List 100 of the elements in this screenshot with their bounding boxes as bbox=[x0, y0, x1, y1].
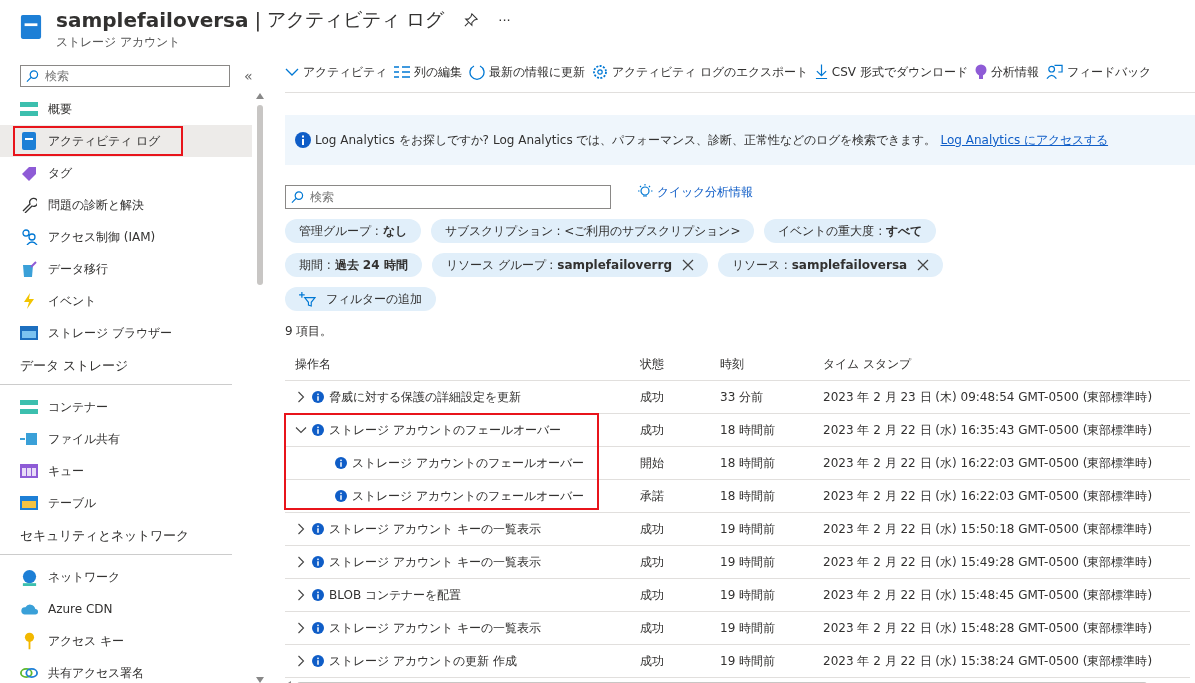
info-icon bbox=[312, 655, 324, 667]
toolbar-button[interactable]: 分析情報 bbox=[974, 63, 1039, 81]
toolbar-button[interactable]: アクティビティ bbox=[285, 63, 387, 81]
table-cell-text: 19 時間前 bbox=[719, 652, 777, 670]
table-cell-text: 2023 年 2 月 22 日 (水) 15:48:45 GMT-0500 (東部標準時) bbox=[822, 586, 1154, 604]
table-cell-text: 2023 年 2 月 22 日 (水) 16:35:43 GMT-0500 (東部標準時) bbox=[822, 421, 1154, 439]
table-cell-text: 18 時間前 bbox=[719, 421, 777, 439]
table-cell-text: 開始 bbox=[639, 454, 665, 472]
filter-pill[interactable]: リソース グループ : samplefailoverrg bbox=[431, 253, 708, 277]
info-icon bbox=[312, 556, 324, 568]
pin-icon[interactable] bbox=[464, 13, 479, 27]
table-cell-text: 2023 年 2 月 22 日 (水) 15:49:28 GMT-0500 (東部標準時) bbox=[822, 553, 1154, 571]
operation-name[interactable]: BLOB コンテナーを配置 bbox=[329, 586, 461, 604]
table-cell-text: 2023 年 2 月 22 日 (水) 15:48:28 GMT-0500 (東部標準時) bbox=[822, 619, 1154, 637]
filter-pill[interactable]: リソース : samplefailoversa bbox=[718, 253, 944, 277]
chevron-right-icon[interactable] bbox=[295, 523, 307, 535]
filter-pill[interactable]: 期間 : 過去 24 時間 bbox=[285, 253, 422, 277]
operation-name[interactable]: ストレージ アカウントのフェールオーバー bbox=[352, 487, 584, 505]
filter-pill[interactable]: サブスクリプション : <ご利用のサブスクリプション> bbox=[430, 219, 755, 243]
sidebar-item[interactable]: アクセス キー bbox=[0, 625, 252, 657]
sidebar-item[interactable]: キュー bbox=[0, 455, 252, 487]
resource-type: ストレージ アカウント bbox=[56, 34, 181, 51]
search-field[interactable]: 検索 bbox=[285, 185, 611, 209]
operation-name[interactable]: ストレージ アカウント キーの一覧表示 bbox=[329, 553, 541, 571]
table-cell-text: 成功 bbox=[639, 553, 665, 571]
toolbar-button[interactable]: 列の編集 bbox=[394, 63, 462, 81]
sidebar-item[interactable]: タグ bbox=[0, 157, 252, 189]
info-icon bbox=[312, 589, 324, 601]
storage-account-icon bbox=[20, 13, 42, 41]
lightbulb-icon bbox=[637, 184, 653, 200]
search-icon bbox=[291, 190, 304, 204]
link-icon bbox=[20, 667, 38, 679]
filter-pill[interactable]: イベントの重大度 : すべて bbox=[764, 219, 937, 243]
chevron-down-icon bbox=[285, 68, 299, 76]
info-icon bbox=[335, 490, 347, 502]
operation-name[interactable]: ストレージ アカウント キーの一覧表示 bbox=[329, 520, 541, 538]
add-filter-button[interactable]: フィルターの追加 bbox=[285, 287, 436, 311]
table-cell-text: 成功 bbox=[639, 421, 665, 439]
toolbar-button[interactable]: CSV 形式でダウンロード bbox=[814, 63, 968, 81]
column-header[interactable]: 時刻 bbox=[710, 355, 813, 373]
sidebar-item[interactable]: 概要 bbox=[0, 93, 252, 125]
refresh-icon bbox=[469, 64, 485, 80]
banner-link[interactable]: Log Analytics にアクセスする bbox=[940, 131, 1109, 149]
sidebar-item[interactable]: Azure CDN bbox=[0, 593, 252, 625]
sidebar-item[interactable]: ファイル共有 bbox=[0, 423, 252, 455]
wrench-icon bbox=[21, 197, 37, 213]
cloud-icon bbox=[20, 603, 38, 615]
table-cell-text: 19 時間前 bbox=[719, 619, 777, 637]
search-icon bbox=[26, 69, 39, 83]
column-header[interactable]: 操作名 bbox=[285, 355, 630, 373]
banner-title: Log Analytics をお探しですか? bbox=[315, 131, 489, 149]
vertical-scrollbar[interactable] bbox=[256, 93, 264, 683]
toolbar-button[interactable]: アクティビティ ログのエクスポート bbox=[592, 63, 808, 81]
operation-name[interactable]: ストレージ アカウントの更新 作成 bbox=[329, 652, 517, 670]
sidebar-item[interactable]: 問題の診断と解決 bbox=[0, 189, 252, 221]
collapse-button[interactable]: « bbox=[244, 68, 253, 84]
sidebar-item[interactable]: ストレージ ブラウザー bbox=[0, 317, 252, 349]
table-icon bbox=[20, 496, 38, 510]
operation-name[interactable]: ストレージ アカウントのフェールオーバー bbox=[352, 454, 584, 472]
table-cell-text: 2023 年 2 月 22 日 (水) 15:38:24 GMT-0500 (東部標準時) bbox=[822, 652, 1154, 670]
section-heading: データ ストレージ bbox=[0, 349, 232, 385]
sidebar-item[interactable]: データ移行 bbox=[0, 253, 252, 285]
sidebar-item[interactable]: ネットワーク bbox=[0, 561, 252, 593]
sidebar-item[interactable]: 共有アクセス署名 bbox=[0, 657, 252, 683]
toolbar-button[interactable]: フィードバック bbox=[1045, 63, 1151, 81]
sidebar-item[interactable]: テーブル bbox=[0, 487, 252, 519]
sidebar-item[interactable]: コンテナー bbox=[0, 391, 252, 423]
chevron-right-icon[interactable] bbox=[295, 391, 307, 403]
operation-name[interactable]: 脅威に対する保護の詳細設定を更新 bbox=[329, 388, 521, 406]
operation-name[interactable]: ストレージ アカウントのフェールオーバー bbox=[329, 421, 561, 439]
queue-icon bbox=[20, 464, 38, 478]
lightning-icon bbox=[23, 293, 35, 309]
settings-icon bbox=[592, 64, 608, 80]
sidebar-item[interactable]: アクティビティ ログ bbox=[0, 125, 252, 157]
operation-name[interactable]: ストレージ アカウント キーの一覧表示 bbox=[329, 619, 541, 637]
table-cell-text: 成功 bbox=[639, 619, 665, 637]
filter-pill[interactable]: 管理グループ : なし bbox=[285, 219, 421, 243]
column-header[interactable]: 状態 bbox=[630, 355, 710, 373]
chevron-right-icon[interactable] bbox=[295, 556, 307, 568]
table-cell-text: 19 時間前 bbox=[719, 586, 777, 604]
quick-insights-link[interactable]: クイック分析情報 bbox=[637, 184, 753, 200]
close-icon[interactable] bbox=[682, 259, 694, 271]
section-heading: セキュリティとネットワーク bbox=[0, 519, 232, 555]
more-button[interactable]: ··· bbox=[498, 12, 511, 28]
column-header[interactable]: タイム スタンプ bbox=[813, 355, 1190, 373]
chevron-right-icon[interactable] bbox=[295, 622, 307, 634]
people-icon bbox=[20, 229, 38, 245]
sidebar-item[interactable]: イベント bbox=[0, 285, 252, 317]
key-icon bbox=[23, 632, 35, 650]
chevron-right-icon[interactable] bbox=[295, 589, 307, 601]
chevron-down-icon[interactable] bbox=[295, 424, 307, 436]
tag-icon bbox=[21, 165, 37, 181]
sidebar-item[interactable]: アクセス制御 (IAM) bbox=[0, 221, 252, 253]
chevron-right-icon[interactable] bbox=[295, 655, 307, 667]
table-cell-text: 2023 年 2 月 23 日 (木) 09:48:54 GMT-0500 (東部標準時) bbox=[822, 388, 1154, 406]
toolbar-button[interactable]: 最新の情報に更新 bbox=[469, 63, 585, 81]
close-icon[interactable] bbox=[917, 259, 930, 271]
info-icon bbox=[312, 391, 324, 403]
search-field[interactable]: 検索 bbox=[20, 65, 230, 87]
add-filter-icon bbox=[299, 291, 316, 307]
